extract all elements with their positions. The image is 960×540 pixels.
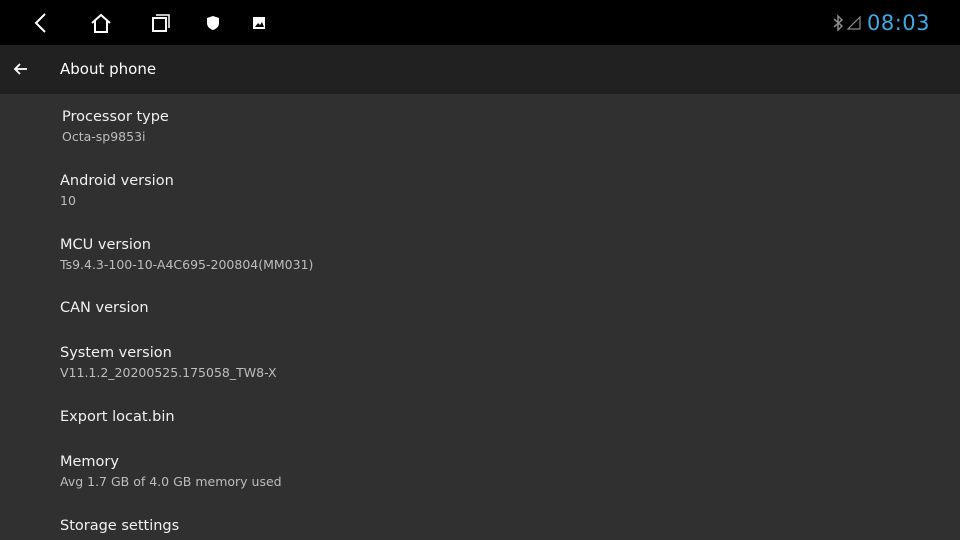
item-label: Android version bbox=[60, 173, 174, 189]
item-value: Ts9.4.3-100-10-A4C695-200804(MM031) bbox=[60, 257, 314, 272]
item-label: Storage settings bbox=[60, 518, 180, 534]
clock: 08:03 bbox=[866, 10, 930, 35]
list-item-can-version[interactable]: CAN version bbox=[60, 299, 920, 317]
list-item-memory[interactable]: Memory Avg 1.7 GB of 4.0 GB memory used bbox=[60, 453, 920, 490]
list-item-mcu-version[interactable]: MCU version Ts9.4.3-100-10-A4C695-200804… bbox=[60, 236, 920, 273]
app-bar: About phone bbox=[0, 45, 960, 94]
settings-list: Processor type Octa-sp9853i Android vers… bbox=[0, 94, 960, 540]
item-label: Export locat.bin bbox=[60, 409, 175, 425]
list-item-export-locat[interactable]: Export locat.bin bbox=[60, 408, 920, 426]
status-bar: 08:03 bbox=[0, 0, 960, 45]
shield-icon[interactable] bbox=[204, 0, 222, 45]
item-label: Processor type bbox=[62, 109, 169, 125]
item-value: 10 bbox=[60, 193, 76, 208]
gallery-icon[interactable] bbox=[250, 0, 268, 45]
bluetooth-icon bbox=[832, 13, 844, 32]
signal-icon bbox=[846, 15, 861, 30]
item-value: V11.1.2_20200525.175058_TW8-X bbox=[60, 365, 277, 380]
back-icon[interactable] bbox=[28, 0, 54, 45]
item-value: Octa-sp9853i bbox=[62, 129, 146, 144]
list-item-storage-settings[interactable]: Storage settings bbox=[60, 517, 920, 535]
recents-icon[interactable] bbox=[148, 0, 174, 45]
item-label: Memory bbox=[60, 454, 119, 470]
item-label: CAN version bbox=[60, 300, 149, 316]
list-item-system-version[interactable]: System version V11.1.2_20200525.175058_T… bbox=[60, 344, 920, 381]
home-icon[interactable] bbox=[88, 0, 114, 45]
back-arrow-icon[interactable] bbox=[10, 57, 34, 81]
page-title: About phone bbox=[60, 60, 157, 78]
item-label: MCU version bbox=[60, 237, 151, 253]
item-label: System version bbox=[60, 345, 172, 361]
item-value: Avg 1.7 GB of 4.0 GB memory used bbox=[60, 474, 282, 489]
list-item-android-version[interactable]: Android version 10 bbox=[60, 172, 920, 209]
status-tray: 08:03 bbox=[832, 0, 960, 45]
list-item-processor-type[interactable]: Processor type Octa-sp9853i bbox=[62, 108, 922, 145]
